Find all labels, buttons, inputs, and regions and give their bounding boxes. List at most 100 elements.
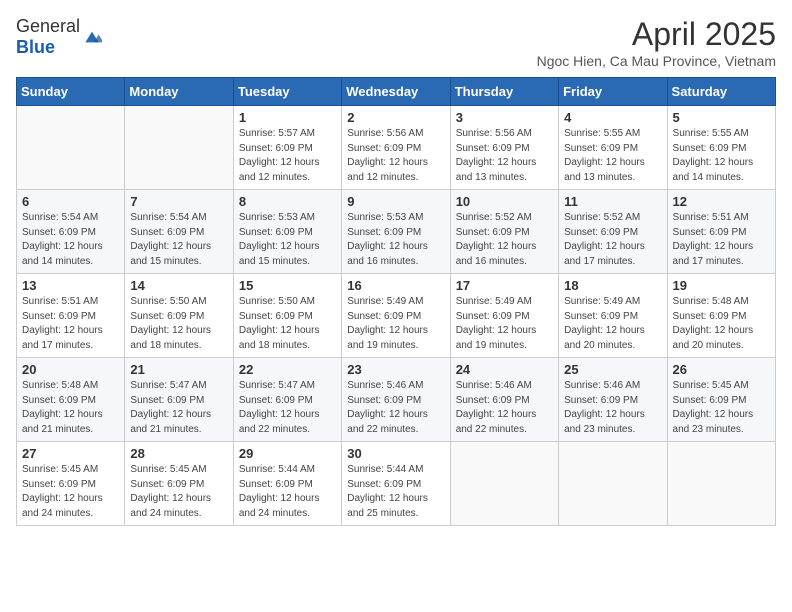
calendar-cell: 25 Sunrise: 5:46 AM Sunset: 6:09 PM Dayli…	[559, 358, 667, 442]
day-number: 25	[564, 362, 661, 377]
day-info: Sunrise: 5:51 AM Sunset: 6:09 PM Dayligh…	[673, 211, 770, 269]
calendar-cell	[125, 106, 233, 190]
day-number: 6	[22, 194, 119, 209]
calendar-cell: 5 Sunrise: 5:55 AM Sunset: 6:09 PM Daylig…	[667, 106, 775, 190]
day-number: 24	[456, 362, 553, 377]
calendar-cell: 7 Sunrise: 5:54 AM Sunset: 6:09 PM Daylig…	[125, 190, 233, 274]
day-info: Sunrise: 5:45 AM Sunset: 6:09 PM Dayligh…	[130, 463, 227, 521]
weekday-header-tuesday: Tuesday	[233, 78, 341, 106]
calendar-cell: 29Sunrise: 5:44 AM Sunset: 6:09 PM Dayli…	[233, 442, 341, 526]
day-info: Sunrise: 5:50 AM Sunset: 6:09 PM Dayligh…	[239, 295, 336, 353]
title-section: April 2025 Ngoc Hien, Ca Mau Province, V…	[537, 16, 776, 69]
calendar-cell: 26 Sunrise: 5:45 AM Sunset: 6:09 PM Dayli…	[667, 358, 775, 442]
day-number: 14	[130, 278, 227, 293]
day-info: Sunrise: 5:47 AM Sunset: 6:09 PM Dayligh…	[239, 379, 336, 437]
day-number: 12	[673, 194, 770, 209]
page-header: General Blue April 2025 Ngoc Hien, Ca Ma…	[16, 16, 776, 69]
day-number: 27	[22, 446, 119, 461]
calendar-cell: 30 Sunrise: 5:44 AM Sunset: 6:09 PM Dayli…	[342, 442, 450, 526]
day-info: Sunrise: 5:55 AM Sunset: 6:09 PM Dayligh…	[564, 127, 661, 185]
location-text: Ngoc Hien, Ca Mau Province, Vietnam	[537, 53, 776, 69]
calendar-cell: 19 Sunrise: 5:48 AM Sunset: 6:09 PM Dayli…	[667, 274, 775, 358]
day-number: 3	[456, 110, 553, 125]
calendar-cell: 6 Sunrise: 5:54 AM Sunset: 6:09 PM Daylig…	[17, 190, 125, 274]
calendar-cell: 22 Sunrise: 5:47 AM Sunset: 6:09 PM Dayli…	[233, 358, 341, 442]
month-title: April 2025	[537, 16, 776, 53]
calendar-cell: 14 Sunrise: 5:50 AM Sunset: 6:09 PM Dayli…	[125, 274, 233, 358]
calendar-cell: 27 Sunrise: 5:45 AM Sunset: 6:09 PM Dayli…	[17, 442, 125, 526]
day-number: 2	[347, 110, 444, 125]
day-info: Sunrise: 5:55 AM Sunset: 6:09 PM Dayligh…	[673, 127, 770, 185]
calendar-cell: 9 Sunrise: 5:53 AM Sunset: 6:09 PM Daylig…	[342, 190, 450, 274]
week-row-5: 27 Sunrise: 5:45 AM Sunset: 6:09 PM Dayli…	[17, 442, 776, 526]
calendar-cell: 4Sunrise: 5:55 AM Sunset: 6:09 PM Daylig…	[559, 106, 667, 190]
day-info: Sunrise: 5:45 AM Sunset: 6:09 PM Dayligh…	[673, 379, 770, 437]
day-number: 21	[130, 362, 227, 377]
calendar-cell: 10Sunrise: 5:52 AM Sunset: 6:09 PM Dayli…	[450, 190, 558, 274]
day-number: 19	[673, 278, 770, 293]
day-info: Sunrise: 5:48 AM Sunset: 6:09 PM Dayligh…	[673, 295, 770, 353]
calendar-cell: 18 Sunrise: 5:49 AM Sunset: 6:09 PM Dayli…	[559, 274, 667, 358]
day-number: 5	[673, 110, 770, 125]
calendar-cell: 16 Sunrise: 5:49 AM Sunset: 6:09 PM Dayli…	[342, 274, 450, 358]
calendar-cell: 8 Sunrise: 5:53 AM Sunset: 6:09 PM Daylig…	[233, 190, 341, 274]
day-info: Sunrise: 5:46 AM Sunset: 6:09 PM Dayligh…	[456, 379, 553, 437]
day-info: Sunrise: 5:45 AM Sunset: 6:09 PM Dayligh…	[22, 463, 119, 521]
day-number: 20	[22, 362, 119, 377]
calendar-cell: 12 Sunrise: 5:51 AM Sunset: 6:09 PM Dayli…	[667, 190, 775, 274]
day-number: 18	[564, 278, 661, 293]
day-info: Sunrise: 5:47 AM Sunset: 6:09 PM Dayligh…	[130, 379, 227, 437]
calendar-cell: 17Sunrise: 5:49 AM Sunset: 6:09 PM Dayli…	[450, 274, 558, 358]
day-info: Sunrise: 5:49 AM Sunset: 6:09 PM Dayligh…	[347, 295, 444, 353]
calendar-cell: 13 Sunrise: 5:51 AM Sunset: 6:09 PM Dayli…	[17, 274, 125, 358]
calendar-cell	[667, 442, 775, 526]
day-info: Sunrise: 5:46 AM Sunset: 6:09 PM Dayligh…	[347, 379, 444, 437]
day-number: 13	[22, 278, 119, 293]
day-info: Sunrise: 5:54 AM Sunset: 6:09 PM Dayligh…	[130, 211, 227, 269]
calendar-cell: 2 Sunrise: 5:56 AM Sunset: 6:09 PM Daylig…	[342, 106, 450, 190]
day-number: 11	[564, 194, 661, 209]
day-info: Sunrise: 5:53 AM Sunset: 6:09 PM Dayligh…	[347, 211, 444, 269]
weekday-header-row: SundayMondayTuesdayWednesdayThursdayFrid…	[17, 78, 776, 106]
day-number: 26	[673, 362, 770, 377]
day-number: 22	[239, 362, 336, 377]
calendar-cell: 11 Sunrise: 5:52 AM Sunset: 6:09 PM Dayli…	[559, 190, 667, 274]
day-info: Sunrise: 5:56 AM Sunset: 6:09 PM Dayligh…	[347, 127, 444, 185]
day-info: Sunrise: 5:46 AM Sunset: 6:09 PM Dayligh…	[564, 379, 661, 437]
day-info: Sunrise: 5:49 AM Sunset: 6:09 PM Dayligh…	[564, 295, 661, 353]
calendar-cell: 24 Sunrise: 5:46 AM Sunset: 6:09 PM Dayli…	[450, 358, 558, 442]
calendar-cell: 3 Sunrise: 5:56 AM Sunset: 6:09 PM Daylig…	[450, 106, 558, 190]
day-info: Sunrise: 5:48 AM Sunset: 6:09 PM Dayligh…	[22, 379, 119, 437]
day-number: 16	[347, 278, 444, 293]
day-number: 8	[239, 194, 336, 209]
calendar-cell: 21 Sunrise: 5:47 AM Sunset: 6:09 PM Dayli…	[125, 358, 233, 442]
calendar-cell	[17, 106, 125, 190]
logo-icon	[82, 27, 102, 47]
day-number: 30	[347, 446, 444, 461]
day-number: 7	[130, 194, 227, 209]
day-info: Sunrise: 5:56 AM Sunset: 6:09 PM Dayligh…	[456, 127, 553, 185]
day-info: Sunrise: 5:44 AM Sunset: 6:09 PM Dayligh…	[347, 463, 444, 521]
day-number: 15	[239, 278, 336, 293]
week-row-4: 20 Sunrise: 5:48 AM Sunset: 6:09 PM Dayli…	[17, 358, 776, 442]
day-info: Sunrise: 5:52 AM Sunset: 6:09 PM Dayligh…	[564, 211, 661, 269]
day-info: Sunrise: 5:57 AM Sunset: 6:09 PM Dayligh…	[239, 127, 336, 185]
weekday-header-saturday: Saturday	[667, 78, 775, 106]
day-info: Sunrise: 5:44 AM Sunset: 6:09 PM Dayligh…	[239, 463, 336, 521]
day-info: Sunrise: 5:49 AM Sunset: 6:09 PM Dayligh…	[456, 295, 553, 353]
day-info: Sunrise: 5:53 AM Sunset: 6:09 PM Dayligh…	[239, 211, 336, 269]
day-info: Sunrise: 5:54 AM Sunset: 6:09 PM Dayligh…	[22, 211, 119, 269]
calendar-cell: 23 Sunrise: 5:46 AM Sunset: 6:09 PM Dayli…	[342, 358, 450, 442]
calendar-cell	[559, 442, 667, 526]
day-number: 28	[130, 446, 227, 461]
day-number: 23	[347, 362, 444, 377]
calendar-cell: 1 Sunrise: 5:57 AM Sunset: 6:09 PM Daylig…	[233, 106, 341, 190]
weekday-header-thursday: Thursday	[450, 78, 558, 106]
day-info: Sunrise: 5:51 AM Sunset: 6:09 PM Dayligh…	[22, 295, 119, 353]
day-number: 9	[347, 194, 444, 209]
weekday-header-friday: Friday	[559, 78, 667, 106]
day-info: Sunrise: 5:50 AM Sunset: 6:09 PM Dayligh…	[130, 295, 227, 353]
day-number: 1	[239, 110, 336, 125]
calendar-cell: 20 Sunrise: 5:48 AM Sunset: 6:09 PM Dayli…	[17, 358, 125, 442]
logo-blue-text: Blue	[16, 37, 55, 57]
